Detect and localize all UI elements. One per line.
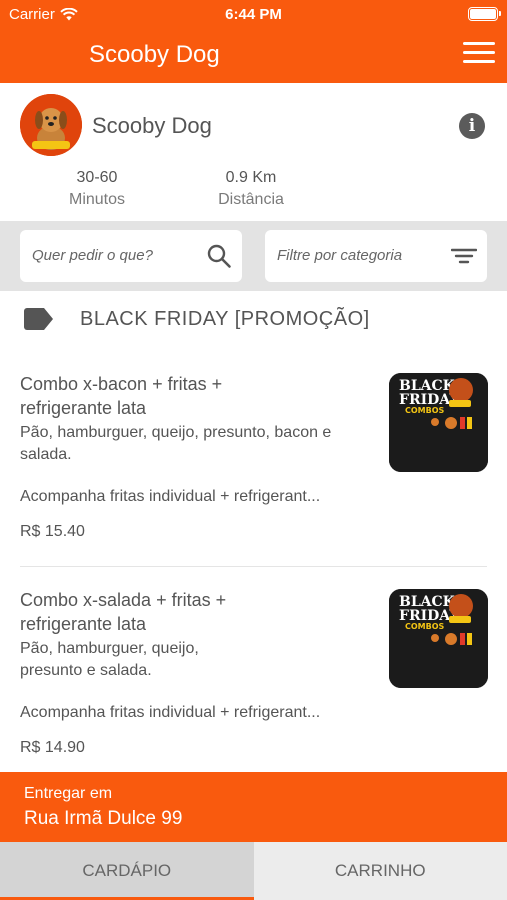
status-bar: Carrier 6:44 PM	[0, 0, 507, 28]
filter-icon	[451, 248, 477, 264]
thumb-line3: COMBOS	[405, 406, 445, 415]
store-name: Scooby Dog	[92, 113, 212, 138]
bottom-tabs: CARDÁPIO CARRINHO	[0, 842, 507, 900]
search-placeholder: Quer pedir o que?	[32, 247, 153, 264]
delivery-label: Entregar em	[24, 785, 113, 802]
tab-cardapio[interactable]: CARDÁPIO	[0, 842, 254, 900]
search-icon	[207, 244, 231, 268]
store-logo	[20, 94, 82, 156]
product-price: R$ 15.40	[20, 523, 85, 540]
product-description: Pão, hamburguer, queijo, presunto, bacon…	[20, 424, 332, 463]
tag-icon	[24, 308, 53, 330]
category-filter[interactable]: Filtre por categoria	[265, 230, 487, 282]
distance-value: 0.9 Km	[225, 169, 277, 186]
product-name: Combo x-bacon + fritas + refrigerante la…	[20, 374, 223, 418]
product-item[interactable]: Combo x-salada + fritas + refrigerante l…	[0, 588, 507, 772]
product-image: BLACK FRIDAY COMBOS	[389, 589, 488, 688]
filter-bar: Quer pedir o que? Filtre por categoria	[0, 221, 507, 291]
nav-title: Scooby Dog	[89, 41, 220, 68]
delivery-time: 30-60 Minutos	[55, 167, 139, 211]
thumb-line3: COMBOS	[405, 622, 445, 631]
battery-icon	[468, 7, 501, 21]
section-header: BLACK FRIDAY [PROMOÇÃO]	[0, 291, 507, 349]
divider	[20, 566, 487, 567]
section-title: BLACK FRIDAY [PROMOÇÃO]	[80, 308, 370, 330]
product-image: BLACK FRIDAY COMBOS	[389, 373, 488, 472]
product-item[interactable]: Combo x-bacon + fritas + refrigerante la…	[0, 372, 507, 566]
product-name: Combo x-salada + fritas + refrigerante l…	[20, 590, 227, 634]
search-input[interactable]: Quer pedir o que?	[20, 230, 242, 282]
nav-bar: Scooby Dog	[0, 28, 507, 83]
delivery-time-label: Minutos	[68, 191, 126, 208]
category-placeholder: Filtre por categoria	[277, 247, 403, 264]
distance: 0.9 Km Distância	[200, 167, 302, 211]
product-extra: Acompanha fritas individual + refrigeran…	[20, 704, 321, 721]
clock: 6:44 PM	[225, 6, 282, 23]
store-header: Scooby Dog i 30-60 Minutos 0.9 Km Distân…	[0, 83, 507, 221]
delivery-address: Rua Irmã Dulce 99	[24, 808, 183, 829]
hamburger-menu-icon[interactable]	[463, 42, 495, 66]
product-description: Pão, hamburguer, queijo, presunto e sala…	[20, 640, 199, 679]
delivery-time-value: 30-60	[76, 169, 118, 186]
product-extra: Acompanha fritas individual + refrigeran…	[20, 488, 321, 505]
tab-carrinho[interactable]: CARRINHO	[253, 842, 507, 900]
product-price: R$ 14.90	[20, 739, 85, 756]
info-icon[interactable]: i	[459, 113, 485, 139]
delivery-address-bar[interactable]: Entregar em Rua Irmã Dulce 99	[0, 772, 507, 842]
distance-label: Distância	[218, 191, 284, 208]
